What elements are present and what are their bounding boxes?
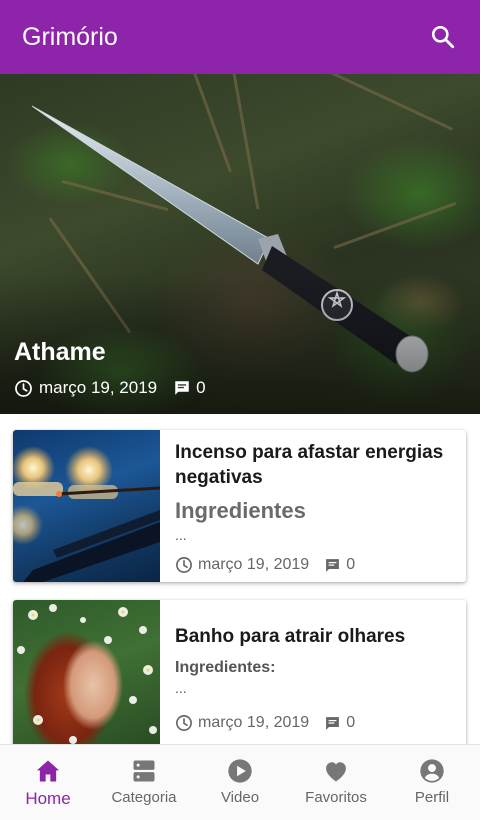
nav-label: Video xyxy=(220,789,260,806)
featured-title: Athame xyxy=(14,338,106,366)
post-date: março 19, 2019 xyxy=(198,556,310,573)
featured-post[interactable]: Athame março 19, 2019 0 xyxy=(0,74,480,414)
nav-label: Perfil xyxy=(414,789,450,806)
nav-item-perfil[interactable]: Perfil xyxy=(384,745,480,820)
post-subtitle: Ingredientes xyxy=(175,498,306,523)
nav-item-favoritos[interactable]: Favoritos xyxy=(288,745,384,820)
post-card[interactable]: Banho para atrair olhares Ingredientes: … xyxy=(13,600,466,752)
post-excerpt: ... xyxy=(175,680,187,696)
post-date: março 19, 2019 xyxy=(198,714,310,731)
post-comment-count: 0 xyxy=(346,714,356,731)
comment-icon xyxy=(326,558,340,572)
heart-icon xyxy=(326,762,346,782)
app-title: Grimório xyxy=(22,22,118,51)
comment-icon xyxy=(175,381,189,395)
clock-icon xyxy=(15,379,32,397)
post-thumbnail xyxy=(13,600,160,752)
nav-label: Categoria xyxy=(111,789,177,806)
post-comment-count: 0 xyxy=(346,556,356,573)
post-meta: março 19, 2019 0 xyxy=(175,714,355,732)
clock-icon xyxy=(176,715,192,731)
featured-comment-count: 0 xyxy=(196,378,206,397)
post-excerpt: ... xyxy=(175,527,187,543)
post-thumbnail xyxy=(13,430,160,582)
clock-icon xyxy=(176,557,192,573)
search-icon xyxy=(431,25,455,49)
play-circle-icon xyxy=(228,759,252,783)
featured-date: março 19, 2019 xyxy=(39,378,158,397)
post-meta: março 19, 2019 0 xyxy=(175,556,355,574)
app-bar: Grimório xyxy=(0,0,480,74)
featured-meta: março 19, 2019 0 xyxy=(14,378,206,398)
nav-item-categoria[interactable]: Categoria xyxy=(96,745,192,820)
search-button[interactable] xyxy=(428,22,458,52)
nav-item-home[interactable]: Home xyxy=(0,745,96,820)
nav-label: Favoritos xyxy=(305,789,367,806)
account-circle-icon xyxy=(420,759,444,783)
nav-label: Home xyxy=(25,789,71,808)
post-card[interactable]: Incenso para afastar energias negativas … xyxy=(13,430,466,582)
nav-item-video[interactable]: Video xyxy=(192,745,288,820)
post-subtitle: Ingredientes: xyxy=(175,659,276,676)
home-icon xyxy=(36,760,60,782)
post-title: Banho para atrair olhares xyxy=(175,626,406,647)
post-title: Incenso para afastar energias negativas xyxy=(175,442,444,488)
category-icon xyxy=(133,760,155,782)
comment-icon xyxy=(326,716,340,730)
bottom-navigation: Home Categoria Video Favoritos Perfil xyxy=(0,744,480,820)
